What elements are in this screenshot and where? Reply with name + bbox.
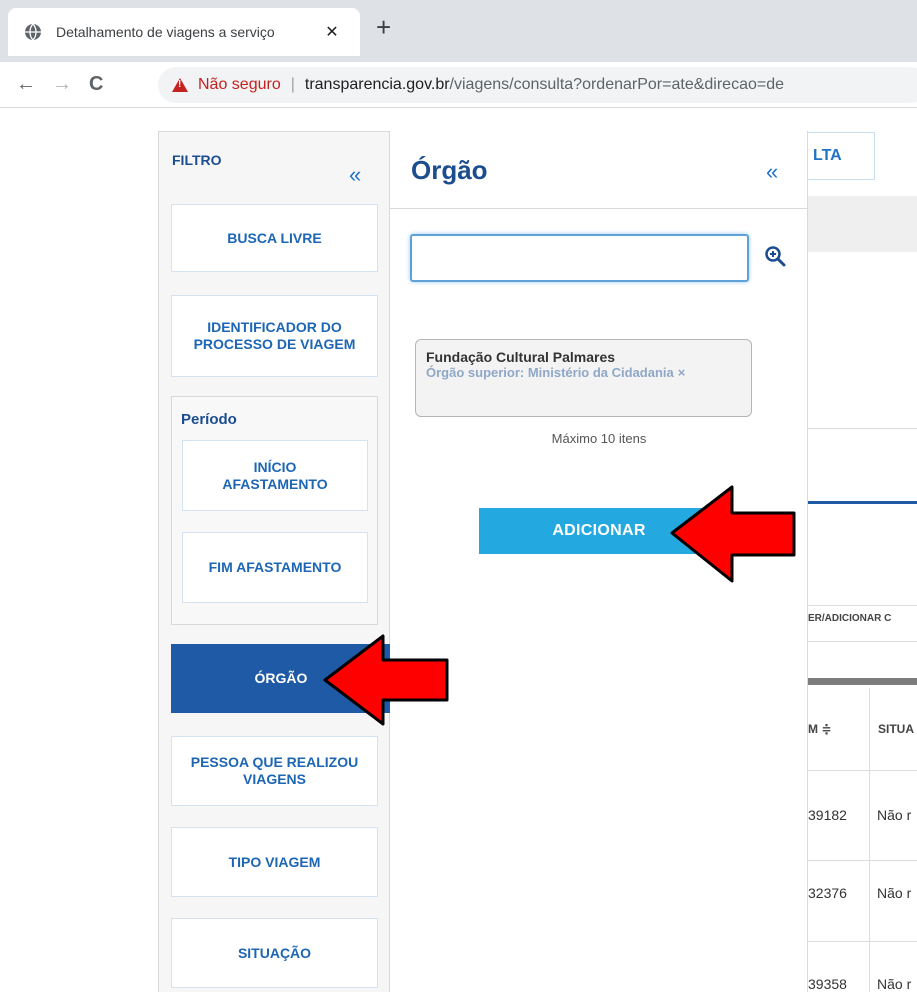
collapse-orgao-icon[interactable]: « [766,161,778,183]
divider [808,605,917,606]
table-cell-status: Não r [877,885,912,901]
filter-situacao-button[interactable]: SITUAÇÃO [171,918,378,988]
table-header-situacao[interactable]: SITUA [870,688,917,770]
filter-fim-afastamento-button[interactable]: FIM AFASTAMENTO [182,532,368,603]
identificador-label: IDENTIFICADOR DO PROCESSO DE VIAGEM [193,319,356,352]
browser-tab[interactable]: Detalhamento de viagens a serviço ✕ [8,8,360,56]
table-row-divider [808,941,917,942]
selected-orgao-chip: Fundação Cultural Palmares Órgão superio… [415,339,752,417]
filter-pessoa-button[interactable]: PESSOA QUE REALIZOU VIAGENS [171,736,378,806]
fim-afastamento-label: FIM AFASTAMENTO [208,559,342,575]
header-label: SITUA [878,722,914,736]
url-host: transparencia.gov.br [304,76,450,93]
tipo-viagem-label: TIPO VIAGEM [228,853,321,870]
back-arrow-icon[interactable]: ← [16,72,36,96]
table-row-divider [808,860,917,861]
remove-chip-icon[interactable]: × [678,365,686,380]
table-cell-status: Não r [877,807,912,823]
filter-tipo-viagem-button[interactable]: TIPO VIAGEM [171,827,378,897]
url-text: transparencia.gov.br/viagens/consulta?or… [305,76,784,94]
table-top-bar [808,678,917,685]
filter-panel: FILTRO « BUSCA LIVRE IDENTIFICADOR DO PR… [158,131,391,992]
header-label: M ≑ [808,722,832,736]
orgao-label: ÓRGÃO [254,670,308,686]
filter-busca-livre-button[interactable]: BUSCA LIVRE [171,204,378,272]
divider [808,428,917,429]
chip-orgao-name: Fundação Cultural Palmares [426,349,616,365]
filter-inicio-afastamento-button[interactable]: INÍCIO AFASTAMENTO [182,440,368,511]
table-header-sortable[interactable]: M ≑ [808,688,870,770]
table-row-divider [808,770,917,771]
table-column-divider [869,688,870,992]
busca-livre-label: BUSCA LIVRE [227,229,322,246]
url-separator: | [290,76,295,93]
globe-icon [25,23,41,41]
blue-divider [808,501,917,504]
address-bar: ← → C Não seguro | transparencia.gov.br/… [0,62,917,108]
new-tab-button[interactable]: + [376,14,391,40]
background-page: LTA ER/ADICIONAR C M ≑ SITUA 39182 Não r… [808,108,917,992]
warning-icon [172,78,188,92]
divider [808,641,917,642]
red-arrow-icon [323,634,449,726]
max-items-note: Máximo 10 itens [551,431,647,446]
table-cell-id: 32376 [808,885,847,901]
table-cell-status: Não r [877,976,912,992]
inicio-afastamento-label: INÍCIO AFASTAMENTO [222,458,328,492]
forward-arrow-icon[interactable]: → [52,72,72,96]
red-arrow-icon [670,485,796,583]
consulta-label: LTA [813,147,842,164]
tab-title: Detalhamento de viagens a serviço [56,24,275,40]
collapse-filter-icon[interactable]: « [349,164,361,186]
periodo-title: Período [181,411,237,428]
orgao-panel-header: Órgão « [390,131,808,209]
filter-title: FILTRO [172,152,222,168]
periodo-group: Período INÍCIO AFASTAMENTO FIM AFASTAMEN… [171,396,378,625]
chip-orgao-superior-text: Órgão superior: Ministério da Cidadania [426,365,674,380]
table-cell-id: 39358 [808,976,847,992]
filter-identificador-button[interactable]: IDENTIFICADOR DO PROCESSO DE VIAGEM [171,295,378,377]
column-toggle-link[interactable]: ER/ADICIONAR C [808,613,891,624]
browser-tab-bar: Detalhamento de viagens a serviço ✕ + [0,0,917,62]
orgao-search-input[interactable] [410,234,749,282]
chip-orgao-superior: Órgão superior: Ministério da Cidadania × [426,365,741,380]
orgao-panel-title: Órgão [411,155,488,185]
reload-icon[interactable]: C [89,72,103,96]
gray-band [808,196,917,252]
situacao-label: SITUAÇÃO [237,944,312,961]
url-path: /viagens/consulta?ordenarPor=ate&direcao… [449,76,784,93]
table-cell-id: 39182 [808,807,847,823]
security-label[interactable]: Não seguro [198,76,281,94]
close-icon[interactable]: ✕ [324,22,340,42]
pessoa-label: PESSOA QUE REALIZOU VIAGENS [190,754,359,787]
consulta-button[interactable]: LTA [808,132,875,180]
zoom-in-search-icon[interactable] [763,244,787,268]
url-omnibox[interactable]: Não seguro | transparencia.gov.br/viagen… [158,67,917,103]
